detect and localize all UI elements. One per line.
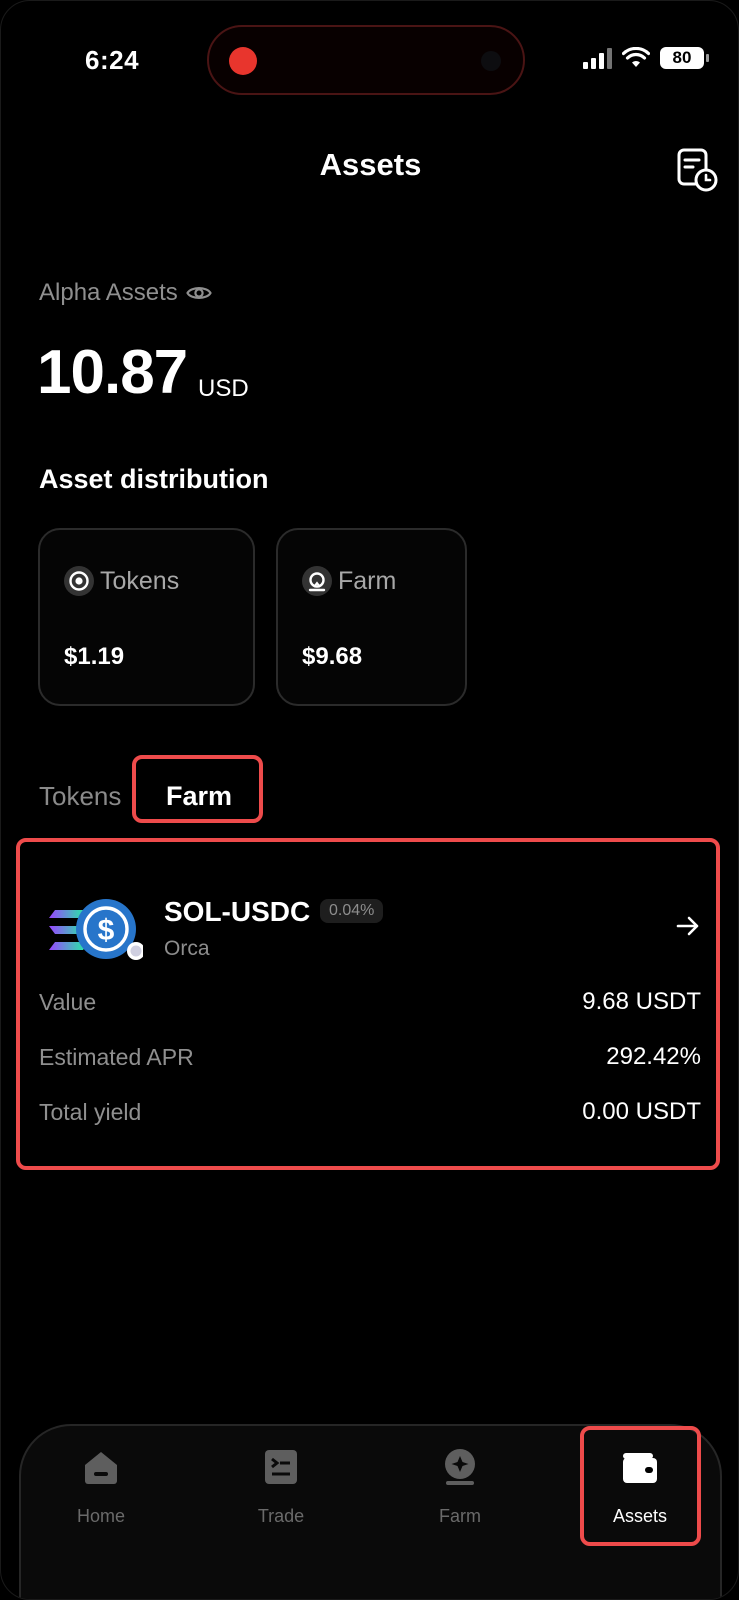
distribution-card-farm[interactable]: Farm $9.68 bbox=[276, 528, 467, 706]
dynamic-island bbox=[207, 25, 525, 95]
balance-label-text: Alpha Assets bbox=[39, 279, 178, 306]
eye-icon[interactable] bbox=[185, 284, 212, 302]
nav-label: Home bbox=[76, 1506, 125, 1526]
tab-tokens[interactable]: Tokens bbox=[39, 781, 121, 812]
asset-distribution-title: Asset distribution bbox=[39, 464, 269, 494]
nav-label: Trade bbox=[257, 1506, 305, 1526]
pool-dex-name: Orca bbox=[164, 937, 210, 960]
position-row-label: Value bbox=[39, 989, 97, 1015]
recording-indicator-icon bbox=[229, 47, 257, 75]
wifi-icon bbox=[622, 47, 650, 67]
pool-pair-name: SOL-USDC bbox=[164, 896, 311, 927]
balance-unit: USD bbox=[198, 375, 249, 402]
farm-icon bbox=[445, 1449, 475, 1485]
position-row-value: 9.68 USDT bbox=[582, 988, 701, 1015]
arrow-right-icon[interactable] bbox=[675, 913, 701, 939]
svg-text:$: $ bbox=[98, 914, 115, 947]
distribution-card-tokens[interactable]: Tokens $1.19 bbox=[38, 528, 255, 706]
home-icon bbox=[85, 1452, 117, 1484]
battery-icon: 80 bbox=[660, 47, 709, 69]
position-row-value: 292.42% bbox=[606, 1043, 701, 1070]
distribution-card-label: Farm bbox=[338, 566, 397, 595]
nav-item-home[interactable]: Home bbox=[41, 1447, 161, 1527]
position-row-value: 0.00 USDT bbox=[582, 1098, 701, 1125]
distribution-card-value: $1.19 bbox=[64, 643, 125, 670]
highlight-box-assets-nav bbox=[580, 1426, 701, 1546]
fee-tier-badge: 0.04% bbox=[320, 899, 384, 923]
balance-amount: 10.87 bbox=[37, 338, 188, 407]
phone-screen: 6:24 80 Assets Alpha Assets 10.87 USD As… bbox=[0, 0, 739, 1600]
distribution-card-header: Farm bbox=[302, 566, 396, 596]
distribution-card-header: Tokens bbox=[64, 566, 179, 596]
highlight-box-farm-tab bbox=[132, 755, 263, 823]
cellular-signal-icon bbox=[583, 47, 612, 69]
farm-icon bbox=[302, 566, 332, 596]
distribution-card-value: $9.68 bbox=[302, 643, 363, 670]
position-row-label: Total yield bbox=[39, 1099, 142, 1125]
nav-label: Farm bbox=[439, 1506, 481, 1526]
position-row-label: Estimated APR bbox=[39, 1044, 194, 1070]
trade-icon bbox=[265, 1450, 297, 1484]
distribution-card-label: Tokens bbox=[100, 566, 180, 595]
target-icon bbox=[64, 566, 94, 596]
page-title: Assets bbox=[319, 147, 422, 182]
balance-label: Alpha Assets bbox=[39, 279, 212, 307]
history-document-icon[interactable] bbox=[676, 147, 720, 193]
camera-icon bbox=[481, 51, 501, 71]
sol-usdc-pair-icon: $ bbox=[49, 899, 143, 960]
nav-item-trade[interactable]: Trade bbox=[221, 1447, 341, 1527]
status-time: 6:24 bbox=[85, 45, 140, 75]
nav-item-farm[interactable]: Farm bbox=[400, 1447, 520, 1527]
status-indicators: 80 bbox=[583, 47, 709, 69]
